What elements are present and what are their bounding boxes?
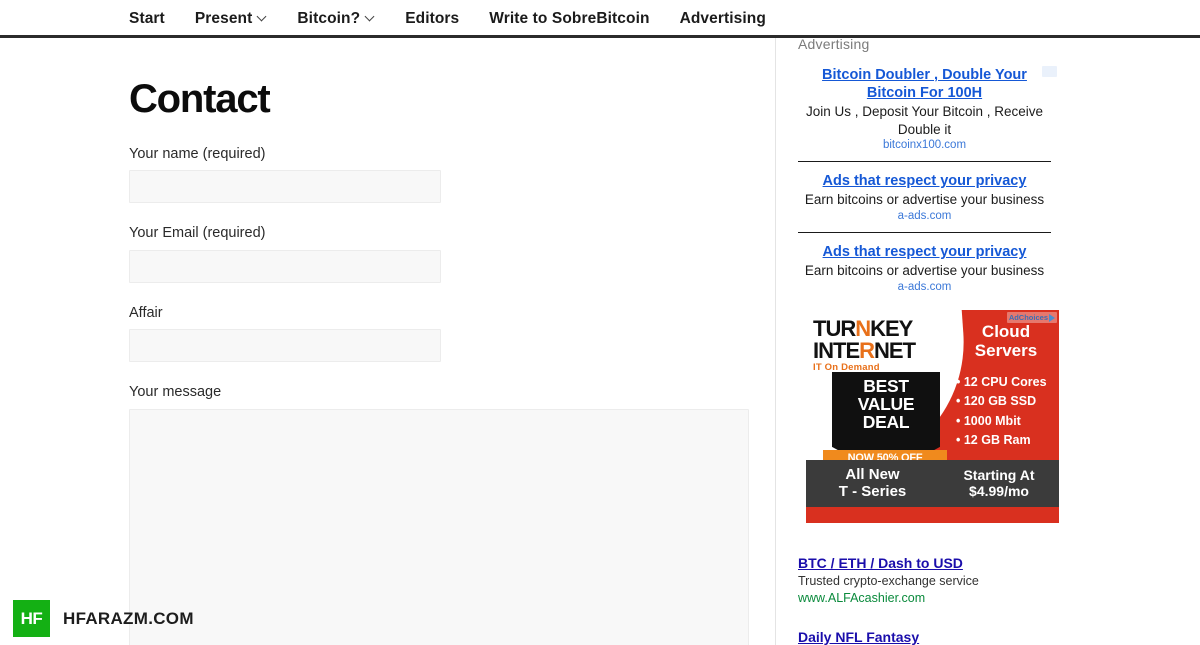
banner-headline-line2: Servers <box>974 341 1038 361</box>
banner-footer: All New T - Series Starting At $4.99/mo <box>806 460 1059 507</box>
form-field-your-message: Your message <box>129 384 769 645</box>
ad-description: Join Us , Deposit Your Bitcoin , Receive… <box>805 104 1044 137</box>
ad-url[interactable]: bitcoinx100.com <box>798 139 1051 151</box>
ad-title-link[interactable]: Bitcoin Doubler , Double Your Bitcoin Fo… <box>798 66 1051 102</box>
ad-divider <box>798 161 1051 163</box>
footer-left-line1: All New <box>845 465 900 483</box>
nav-item-label: Present <box>194 10 253 27</box>
nav-item-label: Advertising <box>679 10 766 27</box>
text-ad-daily-nfl-fantasy[interactable]: Daily NFL Fantasy <box>798 628 1088 645</box>
spec-item: • 12 CPU Cores <box>956 375 1047 390</box>
spec-text: 12 CPU Cores <box>963 375 1047 390</box>
hfarazm-logo-badge: HF <box>13 600 50 637</box>
field-label: Your Email (required) <box>129 225 266 242</box>
main-content-area: Contact Your name (required) Your Email … <box>0 38 775 645</box>
nav-item-advertising[interactable]: Advertising <box>680 10 766 28</box>
ad-title-link[interactable]: Ads that respect your privacy <box>798 172 1051 190</box>
spec-item: • 1000 Mbit <box>956 413 1021 428</box>
nav-item-label: Write to SobreBitcoin <box>489 10 650 27</box>
text-ad-title-link[interactable]: BTC / ETH / Dash to USD <box>798 554 1088 572</box>
affair-input[interactable] <box>129 329 441 363</box>
adchoices-label: AdChoices <box>1008 313 1048 322</box>
banner-offer-details: Cloud Servers • 12 CPU Cores • 120 GB SS… <box>954 322 1058 451</box>
hfarazm-watermark: HF HFARAZM.COM <box>13 600 194 637</box>
spec-item: • 12 GB Ram <box>956 433 1031 448</box>
text-ad-url[interactable]: www.ALFAcashier.com <box>798 590 1088 607</box>
contact-form: Your name (required) Your Email (require… <box>129 146 769 645</box>
spec-text: 12 GB Ram <box>963 433 1031 448</box>
ad-title-link[interactable]: Ads that respect your privacy <box>798 243 1051 261</box>
chevron-down-icon <box>258 13 267 22</box>
ad-description: Earn bitcoins or advertise your business <box>804 192 1045 208</box>
main-menu: Start Present Bitcoin? Editors Write to … <box>0 0 1200 38</box>
ad-divider <box>798 232 1051 234</box>
your-message-textarea[interactable] <box>129 408 749 645</box>
banner-footer-right: Starting At $4.99/mo <box>939 466 1059 499</box>
spec-item: • 120 GB SSD <box>956 394 1037 409</box>
shield-line1: BEST <box>863 376 909 396</box>
nav-item-editors[interactable]: Editors <box>405 10 459 28</box>
banner-logo-line1: TURNKEY <box>813 318 973 340</box>
hfarazm-logo-text: HFARAZM.COM <box>63 608 194 628</box>
spec-text: 120 GB SSD <box>963 394 1037 409</box>
your-name-input[interactable] <box>129 170 441 204</box>
page-title: Contact <box>129 76 271 121</box>
text-ad-alfacashier[interactable]: BTC / ETH / Dash to USD Trusted crypto-e… <box>798 554 1088 607</box>
spec-text: 1000 Mbit <box>963 413 1021 428</box>
ad-url[interactable]: a-ads.com <box>798 210 1051 222</box>
adsense-text-ad-block: Bitcoin Doubler , Double Your Bitcoin Fo… <box>798 60 1057 296</box>
field-label: Your message <box>129 384 222 401</box>
banner-logo: TURNKEY INTERNET IT On Demand <box>813 318 973 374</box>
logo-part: NET <box>874 337 916 363</box>
banner-bottom-strip <box>806 507 1059 523</box>
text-ad-description: Trusted crypto-exchange service <box>798 574 979 589</box>
nav-item-label: Editors <box>405 10 460 27</box>
form-field-your-name: Your name (required) <box>129 146 769 204</box>
adsense-ad-1[interactable]: Bitcoin Doubler , Double Your Bitcoin Fo… <box>798 60 1057 154</box>
footer-left-line2: T - Series <box>838 482 907 500</box>
nav-item-write-to-sobrebitcoin[interactable]: Write to SobreBitcoin <box>489 10 649 28</box>
field-label: Affair <box>129 304 163 321</box>
sidebar: Advertising Bitcoin Doubler , Double You… <box>776 38 1200 645</box>
footer-right-line2: $4.99/mo <box>969 482 1029 499</box>
banner-headline-line1: Cloud <box>981 322 1031 341</box>
turnkey-internet-banner-ad[interactable]: AdChoices TURNKEY INTERNET IT On Demand … <box>806 310 1059 523</box>
logo-part: INTE <box>813 337 860 363</box>
sidebar-heading: Advertising <box>798 38 870 52</box>
adchoices-icon[interactable] <box>1042 66 1057 77</box>
nav-item-label: Bitcoin? <box>297 10 361 27</box>
nav-item-start[interactable]: Start <box>129 10 165 28</box>
ad-description: Earn bitcoins or advertise your business <box>804 263 1045 279</box>
banner-logo-line2: INTERNET <box>813 337 973 363</box>
adsense-ad-3[interactable]: Ads that respect your privacy Earn bitco… <box>798 237 1051 296</box>
shield-line3: DEAL <box>862 412 910 433</box>
nav-item-bitcoin[interactable]: Bitcoin? <box>297 10 375 28</box>
text-ad-title-link[interactable]: Daily NFL Fantasy <box>798 628 1088 645</box>
nav-item-present[interactable]: Present <box>195 10 268 28</box>
your-email-input[interactable] <box>129 249 441 283</box>
adchoices-triangle-icon <box>1049 313 1055 322</box>
banner-tagline: IT On Demand <box>813 362 880 374</box>
banner-footer-left: All New T - Series <box>806 465 939 501</box>
ad-url[interactable]: a-ads.com <box>798 281 1051 293</box>
form-field-your-email: Your Email (required) <box>129 225 769 283</box>
footer-right-line1: Starting At <box>963 466 1035 483</box>
nav-item-label: Start <box>129 10 165 27</box>
adsense-ad-2[interactable]: Ads that respect your privacy Earn bitco… <box>798 166 1051 225</box>
banner-spec-list: • 12 CPU Cores • 120 GB SSD • 1000 Mbit … <box>956 373 1058 451</box>
field-label: Your name (required) <box>129 146 266 162</box>
chevron-down-icon <box>366 13 375 22</box>
form-field-affair: Affair <box>129 304 769 363</box>
shield-line2: VALUE <box>857 394 915 415</box>
logo-part-accent: R <box>859 337 875 363</box>
top-navigation-bar: Start Present Bitcoin? Editors Write to … <box>0 0 1200 38</box>
